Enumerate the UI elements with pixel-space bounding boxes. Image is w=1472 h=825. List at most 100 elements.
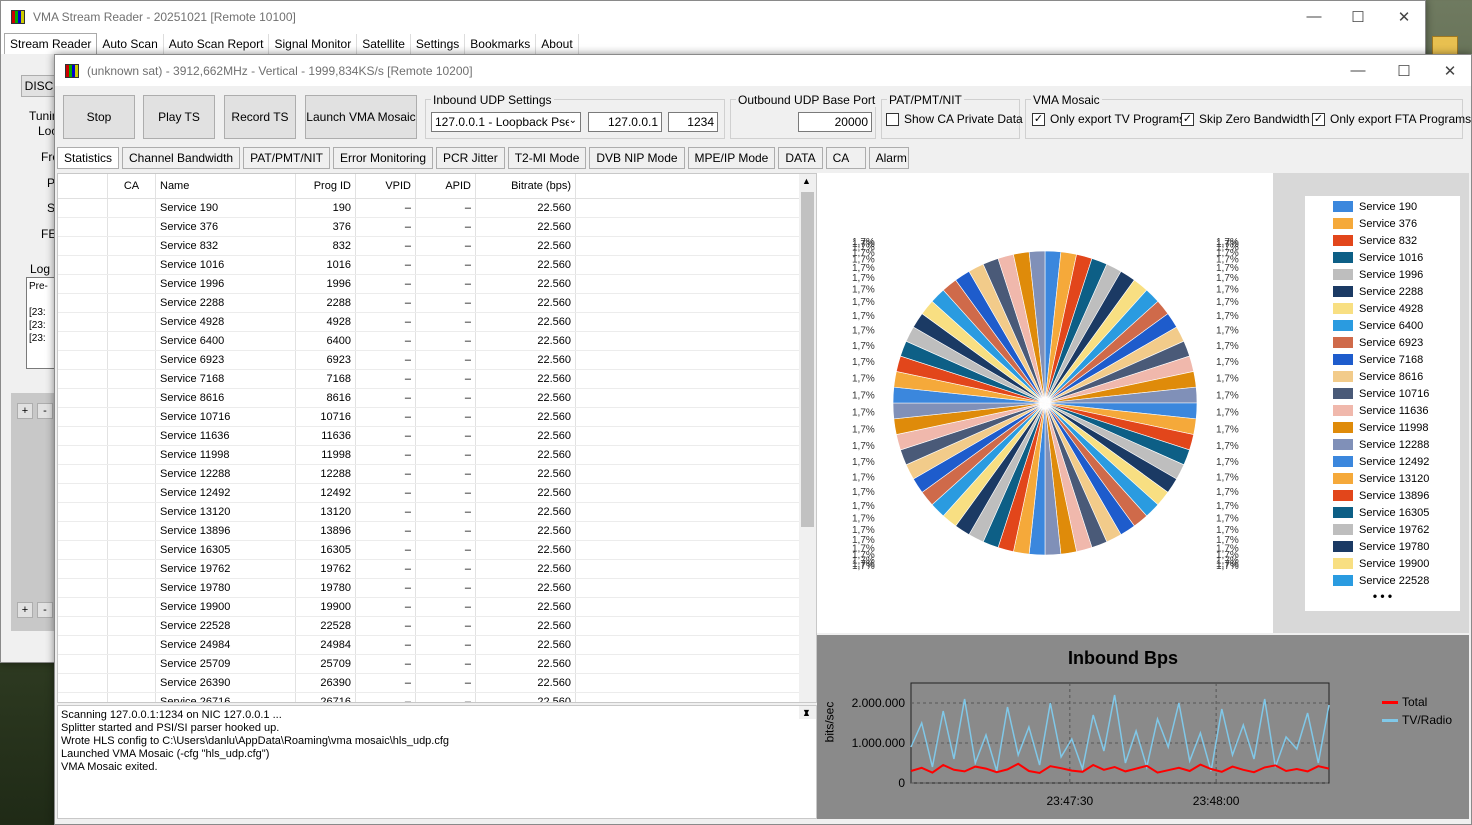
table-row[interactable]: Service 376 376– –22.560: [58, 218, 816, 237]
row-cell-vpid: –: [356, 522, 416, 540]
table-row[interactable]: Service 12288 12288– –22.560: [58, 465, 816, 484]
back-log-box[interactable]: Pre- [23: [23: [23:: [26, 277, 56, 369]
table-row[interactable]: Service 7168 7168– –22.560: [58, 370, 816, 389]
menu-auto-scan-report[interactable]: Auto Scan Report: [164, 34, 270, 54]
plus-button[interactable]: +: [17, 602, 33, 618]
table-row[interactable]: Service 11998 11998– –22.560: [58, 446, 816, 465]
table-row[interactable]: Service 26390 26390– –22.560: [58, 674, 816, 693]
maximize-button[interactable]: ☐: [1381, 55, 1427, 86]
minus-button[interactable]: -: [37, 403, 53, 419]
legend-item: Service 832: [1305, 232, 1460, 249]
scroll-thumb[interactable]: [801, 192, 814, 527]
row-cell-blank: [58, 522, 108, 540]
close-button[interactable]: ✕: [1427, 55, 1472, 86]
col-header-prog-id[interactable]: Prog ID: [296, 174, 356, 198]
col-header-name[interactable]: Name: [156, 174, 296, 198]
tab-alarm[interactable]: Alarm: [868, 147, 909, 169]
show-ca-checkbox[interactable]: Show CA Private Data: [886, 112, 1023, 126]
col-header-vpid[interactable]: VPID: [356, 174, 416, 198]
tab-error-monitoring[interactable]: Error Monitoring: [332, 147, 434, 169]
tab-bar: Statistics Channel Bandwidth PAT/PMT/NIT…: [57, 147, 909, 169]
plus-button[interactable]: +: [17, 403, 33, 419]
row-cell-vpid: –: [356, 370, 416, 388]
row-cell-name: Service 11636: [156, 427, 296, 445]
tab-data[interactable]: DATA: [778, 147, 823, 169]
tab-statistics[interactable]: Statistics: [57, 147, 120, 169]
minus-button[interactable]: -: [37, 602, 53, 618]
adapter-select[interactable]: 127.0.0.1 - Loopback Pse ⌄: [431, 112, 581, 132]
table-row[interactable]: Service 12492 12492– –22.560: [58, 484, 816, 503]
table-row[interactable]: Service 2288 2288– –22.560: [58, 294, 816, 313]
table-row[interactable]: Service 4928 4928– –22.560: [58, 313, 816, 332]
row-cell-blank: [58, 218, 108, 236]
tab-ca[interactable]: CA: [825, 147, 866, 169]
table-row[interactable]: Service 16305 16305– –22.560: [58, 541, 816, 560]
table-row[interactable]: Service 13120 13120– –22.560: [58, 503, 816, 522]
table-row[interactable]: Service 8616 8616– –22.560: [58, 389, 816, 408]
col-header-apid[interactable]: APID: [416, 174, 476, 198]
table-row[interactable]: Service 19900 19900– –22.560: [58, 598, 816, 617]
stop-button[interactable]: Stop: [63, 95, 135, 139]
tab-t2mi-mode[interactable]: T2-MI Mode: [507, 147, 587, 169]
skip-zero-checkbox[interactable]: ✓ Skip Zero Bandwidth: [1181, 112, 1310, 126]
record-ts-button[interactable]: Record TS: [224, 95, 296, 139]
row-cell-name: Service 12288: [156, 465, 296, 483]
ip-field[interactable]: 127.0.0.1: [588, 112, 662, 132]
menu-stream-reader[interactable]: Stream Reader: [4, 33, 98, 54]
tab-pcr-jitter[interactable]: PCR Jitter: [436, 147, 505, 169]
tab-pat-pmt-nit[interactable]: PAT/PMT/NIT: [243, 147, 330, 169]
launch-mosaic-button[interactable]: Launch VMA Mosaic: [305, 95, 417, 139]
table-row[interactable]: Service 1996 1996– –22.560: [58, 275, 816, 294]
menu-bookmarks[interactable]: Bookmarks: [465, 34, 537, 54]
disc-button[interactable]: DISC: [21, 75, 57, 97]
row-cell-name: Service 12492: [156, 484, 296, 502]
table-row[interactable]: Service 19762 19762– –22.560: [58, 560, 816, 579]
scroll-up-icon[interactable]: ▲: [802, 176, 811, 186]
table-row[interactable]: Service 26716 26716– –22.560: [58, 693, 816, 702]
col-header-blank[interactable]: [58, 174, 108, 198]
row-cell-apid: –: [416, 598, 476, 616]
tab-channel-bandwidth[interactable]: Channel Bandwidth: [122, 147, 241, 169]
minimize-button[interactable]: —: [1291, 1, 1337, 32]
menu-signal-monitor[interactable]: Signal Monitor: [269, 34, 358, 54]
table-row[interactable]: Service 6400 6400– –22.560: [58, 332, 816, 351]
only-fta-checkbox[interactable]: ✓ Only export FTA Programs: [1312, 112, 1471, 126]
minimize-button[interactable]: —: [1335, 55, 1381, 86]
table-row[interactable]: Service 24984 24984– –22.560: [58, 636, 816, 655]
table-scrollbar[interactable]: ▲: [799, 174, 816, 702]
table-row[interactable]: Service 13896 13896– –22.560: [58, 522, 816, 541]
table-row[interactable]: Service 1016 1016– –22.560: [58, 256, 816, 275]
table-row[interactable]: Service 190 190– –22.560: [58, 199, 816, 218]
table-row[interactable]: Service 22528 22528– –22.560: [58, 617, 816, 636]
services-table[interactable]: CA Name Prog ID VPID APID Bitrate (bps) …: [57, 173, 817, 703]
tab-dvb-nip-mode[interactable]: DVB NIP Mode: [589, 147, 685, 169]
menu-satellite[interactable]: Satellite: [357, 34, 411, 54]
row-cell-ca: [108, 199, 156, 217]
back-title-bar[interactable]: VMA Stream Reader - 20251021 [Remote 101…: [1, 1, 1425, 32]
maximize-button[interactable]: ☐: [1335, 1, 1381, 32]
row-cell-vpid: –: [356, 408, 416, 426]
menu-auto-scan[interactable]: Auto Scan: [97, 34, 164, 54]
table-row[interactable]: Service 6923 6923– –22.560: [58, 351, 816, 370]
menu-settings[interactable]: Settings: [411, 34, 466, 54]
table-row[interactable]: Service 10716 10716– –22.560: [58, 408, 816, 427]
port-field[interactable]: 1234: [668, 112, 718, 132]
front-title-bar[interactable]: (unknown sat) - 3912,662MHz - Vertical -…: [55, 55, 1471, 86]
table-row[interactable]: Service 25709 25709– –22.560: [58, 655, 816, 674]
tab-mpe-ip-mode[interactable]: MPE/IP Mode: [687, 147, 776, 169]
play-ts-button[interactable]: Play TS: [143, 95, 215, 139]
col-header-ca[interactable]: CA: [108, 174, 156, 198]
legend-item: Service 13896: [1305, 487, 1460, 504]
menu-about[interactable]: About: [536, 34, 579, 54]
only-tv-checkbox[interactable]: ✓ Only export TV Programs: [1032, 112, 1185, 126]
log-scrollbar[interactable]: ▲ ▼: [799, 706, 816, 719]
table-row[interactable]: Service 832 832– –22.560: [58, 237, 816, 256]
table-row[interactable]: Service 19780 19780– –22.560: [58, 579, 816, 598]
table-row[interactable]: Service 11636 11636– –22.560: [58, 427, 816, 446]
row-cell-ca: [108, 465, 156, 483]
close-button[interactable]: ✕: [1381, 1, 1427, 32]
scroll-down-icon[interactable]: ▼: [802, 707, 811, 717]
outbound-port-field[interactable]: 20000: [798, 112, 872, 132]
log-panel[interactable]: Scanning 127.0.0.1:1234 on NIC 127.0.0.1…: [57, 705, 817, 819]
col-header-bitrate[interactable]: Bitrate (bps): [476, 174, 576, 198]
